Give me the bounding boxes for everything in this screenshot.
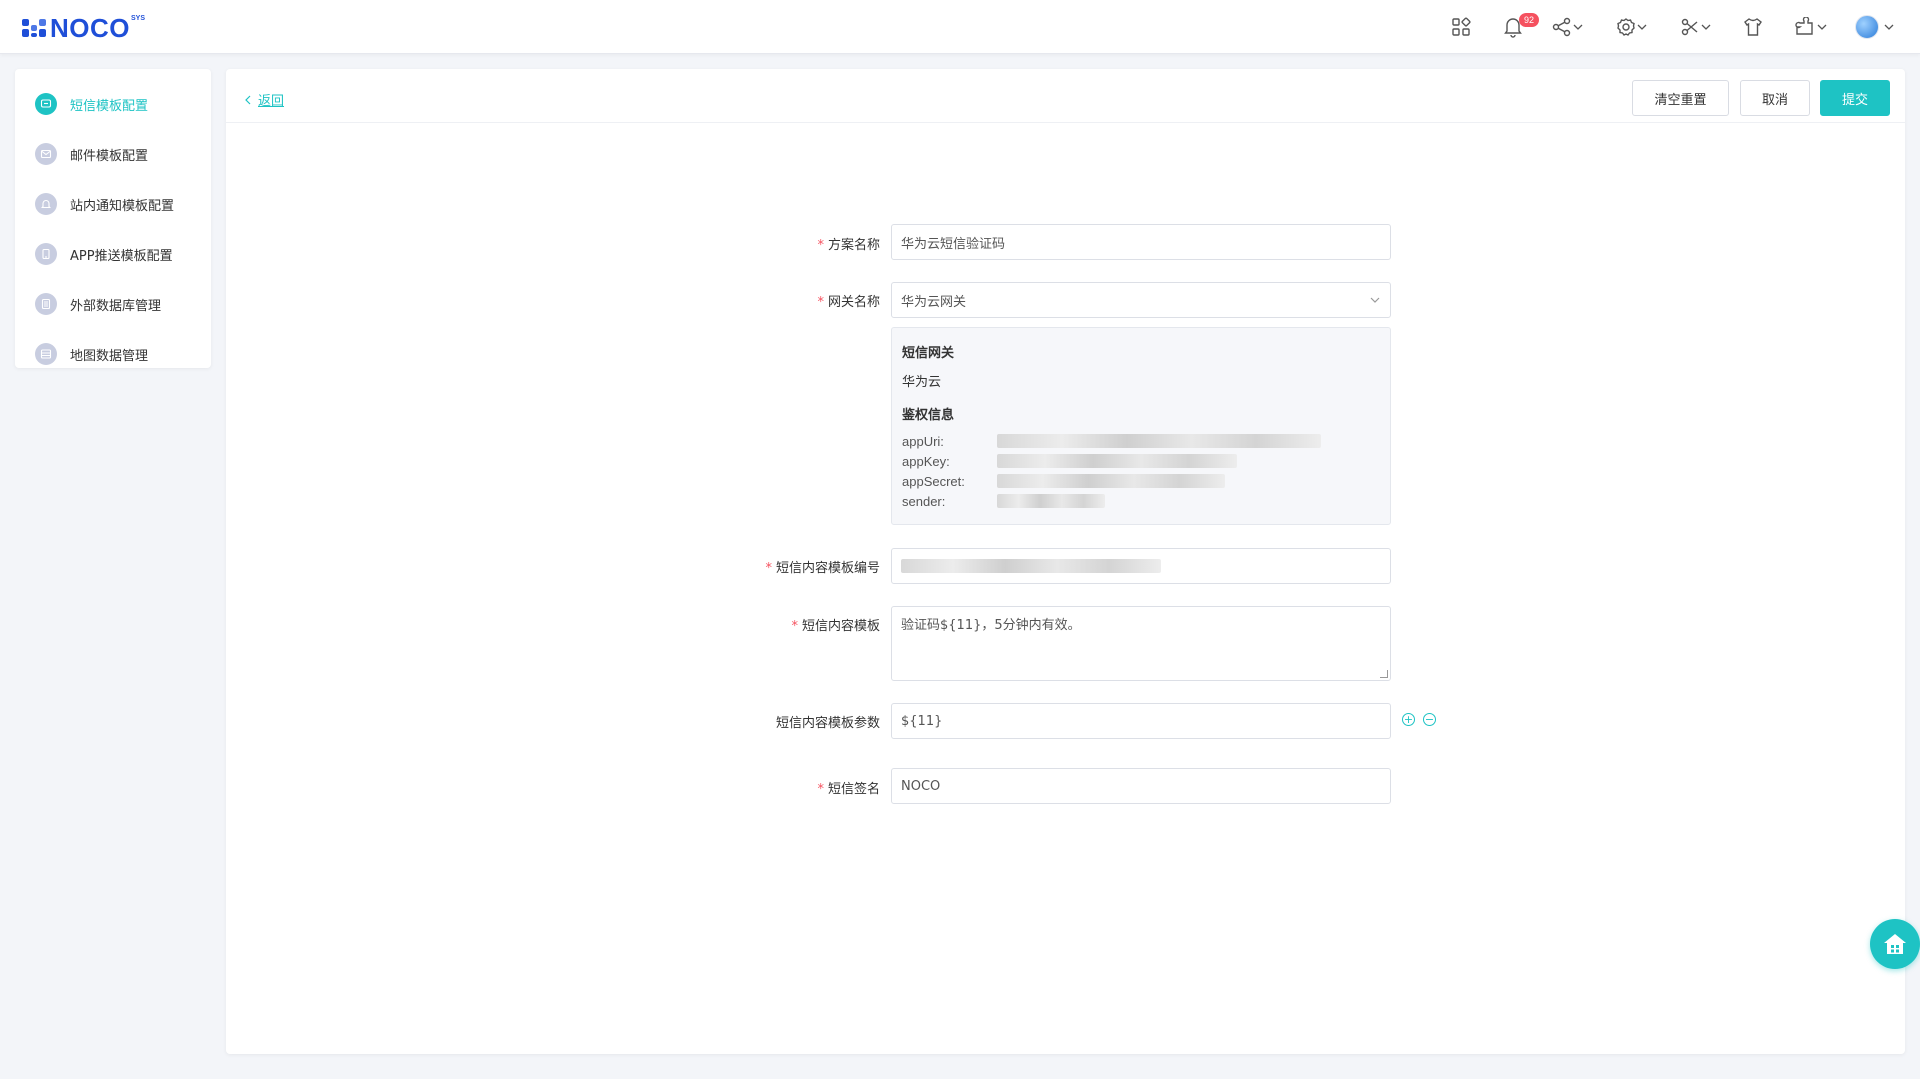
top-bar: NOCO SYS 92	[0, 0, 1920, 54]
redacted-value	[997, 494, 1105, 508]
home-icon	[1884, 934, 1906, 954]
sidebar-item-external-db[interactable]: 外部数据库管理	[15, 279, 211, 329]
sms-gateway-title: 短信网关	[902, 346, 955, 361]
sidebar-item-label: APP推送模板配置	[70, 248, 173, 264]
chevron-down-icon	[1573, 24, 1583, 30]
resize-handle-icon[interactable]	[1380, 670, 1388, 678]
sidebar-item-email-template[interactable]: 邮件模板配置	[15, 129, 211, 179]
avatar	[1855, 15, 1879, 39]
mail-icon	[35, 143, 57, 165]
back-link[interactable]: 返回	[244, 90, 284, 109]
sidebar-item-map-data[interactable]: 地图数据管理	[15, 329, 211, 379]
logo-superscript: SYS	[131, 14, 146, 22]
gateway-info-panel: 短信网关 华为云 鉴权信息 appUri: appKey: appSecret:…	[891, 327, 1391, 525]
mobile-icon	[35, 243, 57, 265]
chevron-down-icon	[1884, 24, 1894, 30]
sidebar-item-label: 外部数据库管理	[70, 298, 162, 314]
database-icon	[35, 293, 57, 315]
template-label: * 短信内容模板	[791, 619, 880, 634]
sidebar-item-label: 站内通知模板配置	[70, 198, 175, 214]
template-params-input[interactable]: ${11}	[891, 703, 1391, 739]
map-icon	[35, 343, 57, 365]
scissors-icon	[1681, 18, 1698, 36]
bell-icon	[35, 193, 57, 215]
cancel-button[interactable]: 取消	[1740, 80, 1810, 116]
share-menu[interactable]	[1552, 14, 1584, 40]
chevron-down-icon	[1637, 24, 1647, 30]
sidebar-item-label: 短信模板配置	[70, 98, 149, 114]
notification-bell-icon[interactable]: 92	[1503, 13, 1540, 40]
template-text: 验证码${11}，5分钟内有效。	[901, 618, 1081, 633]
reset-button[interactable]: 清空重置	[1632, 80, 1729, 116]
card-header: 返回 清空重置 取消 提交	[226, 69, 1905, 123]
plugin-menu[interactable]	[1794, 14, 1828, 40]
user-menu[interactable]	[1855, 14, 1895, 40]
sidebar-item-label: 地图数据管理	[70, 348, 149, 364]
template-id-input[interactable]	[891, 548, 1391, 584]
apps-icon[interactable]	[1451, 14, 1471, 40]
sidebar: 短信模板配置 邮件模板配置 站内通知模板配置 APP推送模板配置 外部数据库管理…	[15, 69, 211, 368]
sidebar-item-label: 邮件模板配置	[70, 148, 149, 164]
signature-label: * 短信签名	[817, 782, 880, 797]
template-id-label: * 短信内容模板编号	[765, 561, 880, 576]
redacted-value	[901, 559, 1161, 573]
back-label: 返回	[258, 94, 285, 109]
tools-menu[interactable]	[1680, 14, 1712, 40]
sidebar-item-site-notice-template[interactable]: 站内通知模板配置	[15, 179, 211, 229]
share-icon	[1552, 17, 1571, 37]
theme-shirt-icon[interactable]	[1743, 14, 1763, 40]
gateway-select[interactable]: 华为云网关	[891, 282, 1391, 318]
chevron-down-icon	[1817, 24, 1827, 30]
logo-text: NOCO	[50, 13, 130, 43]
remove-param-icon[interactable]: −	[1423, 713, 1436, 726]
template-params-label: 短信内容模板参数	[775, 716, 880, 731]
gateway-select-value: 华为云网关	[901, 294, 967, 310]
signature-input[interactable]: NOCO	[891, 768, 1391, 804]
sidebar-item-app-push-template[interactable]: APP推送模板配置	[15, 229, 211, 279]
settings-menu[interactable]	[1616, 14, 1648, 40]
logo[interactable]: NOCO SYS	[22, 14, 145, 42]
puzzle-icon	[1795, 17, 1813, 35]
gear-icon	[1617, 18, 1635, 36]
notification-badge: 92	[1519, 13, 1540, 27]
chevron-down-icon	[1370, 297, 1380, 303]
submit-button[interactable]: 提交	[1820, 80, 1890, 116]
scheme-name-input[interactable]: 华为云短信验证码	[891, 224, 1391, 260]
sms-gateway-value: 华为云	[902, 375, 942, 390]
auth-row-sender: sender:	[902, 491, 1380, 511]
redacted-value	[997, 474, 1225, 488]
auth-row-appuri: appUri:	[902, 431, 1380, 451]
message-icon	[35, 93, 57, 115]
redacted-value	[997, 454, 1237, 468]
add-param-icon[interactable]: +	[1402, 713, 1415, 726]
template-textarea[interactable]: 验证码${11}，5分钟内有效。	[891, 606, 1391, 681]
auth-info-title: 鉴权信息	[902, 408, 955, 423]
auth-row-appkey: appKey:	[902, 451, 1380, 471]
redacted-value	[997, 434, 1321, 448]
auth-row-appsecret: appSecret:	[902, 471, 1380, 491]
chevron-left-icon	[245, 95, 251, 104]
chevron-down-icon	[1701, 24, 1711, 30]
sidebar-item-sms-template[interactable]: 短信模板配置	[15, 79, 211, 129]
scheme-name-label: * 方案名称	[817, 238, 880, 253]
home-float-button[interactable]	[1870, 919, 1920, 969]
gateway-label: * 网关名称	[817, 295, 880, 310]
logo-mark-icon	[22, 17, 48, 39]
